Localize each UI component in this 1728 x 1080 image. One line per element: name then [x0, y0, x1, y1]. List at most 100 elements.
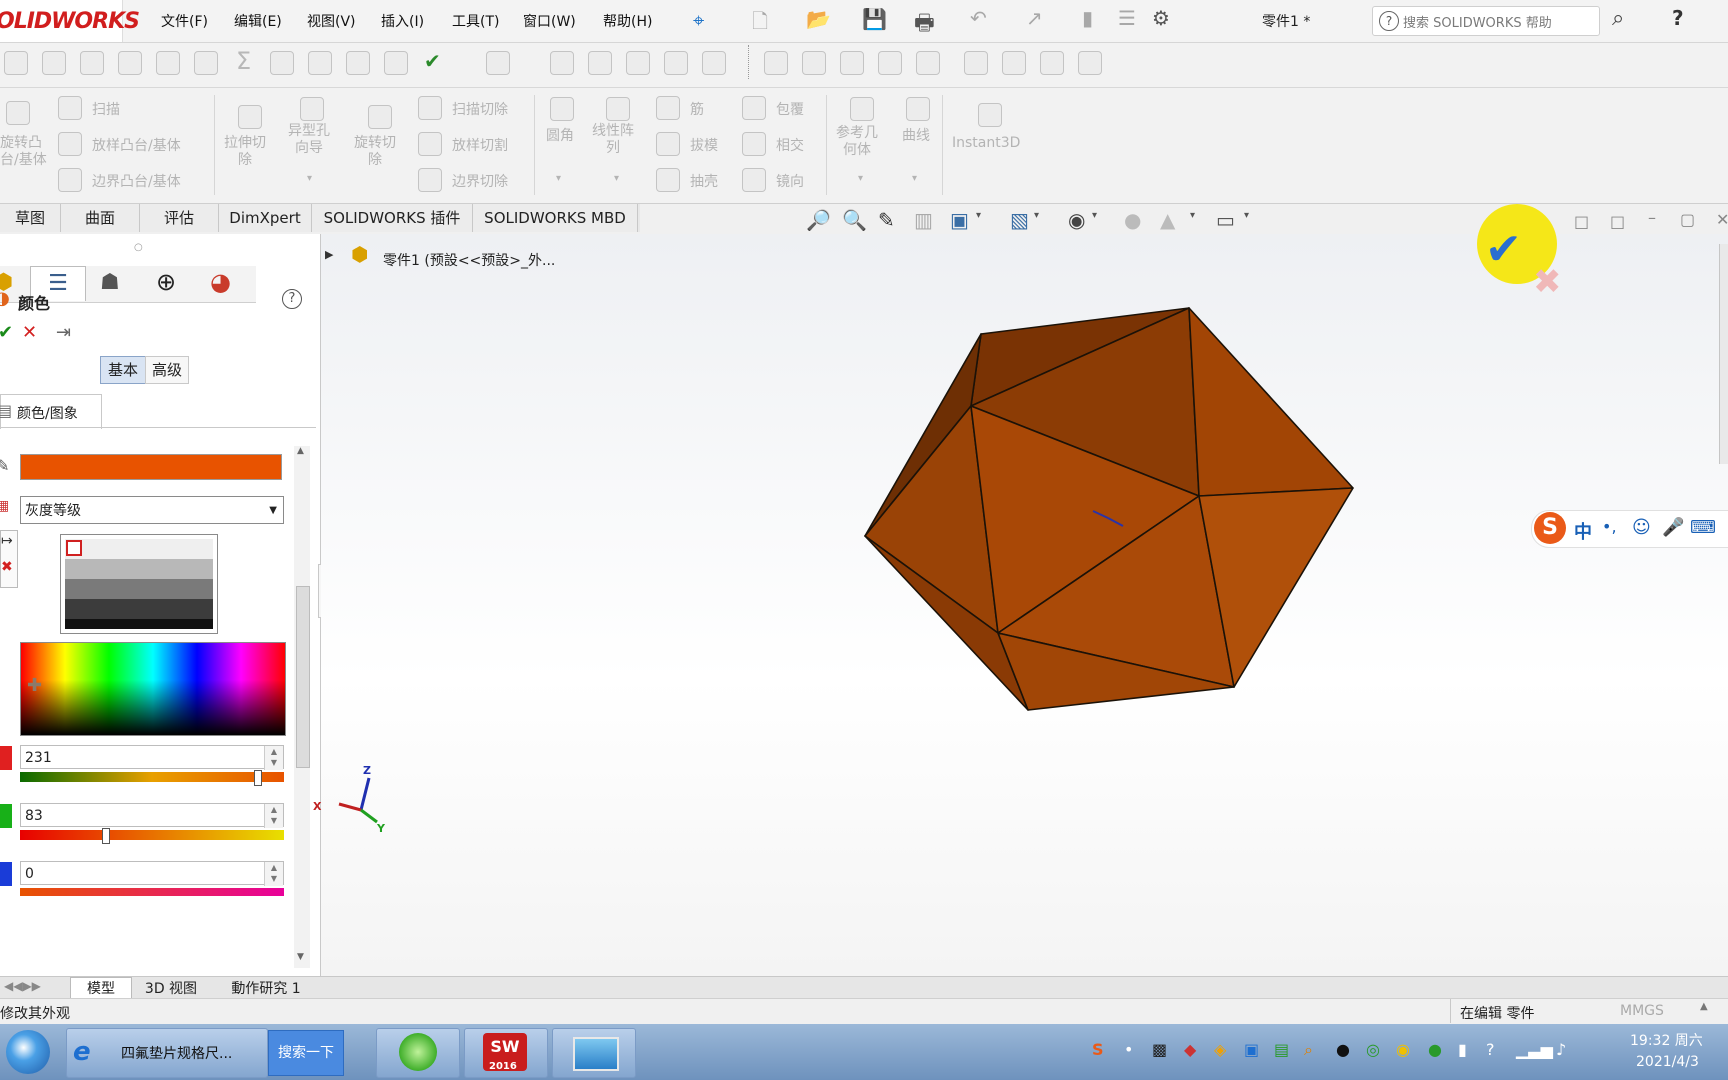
help-button[interactable]: ?	[1672, 6, 1684, 30]
basic-toggle[interactable]: 基本	[100, 356, 146, 384]
tab-3d-views[interactable]: 3D 视图	[136, 978, 206, 998]
tray-browser-icon[interactable]: ◎	[1366, 1040, 1380, 1059]
rib-button[interactable]: 筋	[690, 99, 704, 119]
property-help-button[interactable]: ?	[282, 289, 302, 309]
hole-wizard-button[interactable]: 异型孔 向导	[288, 123, 330, 157]
chevron-down-icon[interactable]: ▾	[912, 173, 917, 184]
green-spinner[interactable]: ▲ ▼	[264, 804, 283, 828]
menu-help[interactable]: 帮助(H)	[603, 11, 652, 31]
hide-show-items-icon[interactable]: ◉	[1068, 208, 1085, 232]
tray-network-app-icon[interactable]: ▤	[1274, 1040, 1289, 1059]
red-slider[interactable]	[20, 770, 284, 786]
tray-tool-icon[interactable]: ▣	[1244, 1040, 1259, 1059]
tray-help-icon[interactable]: ?	[1486, 1040, 1495, 1059]
edit-appearance-icon[interactable]: ●	[1124, 208, 1141, 232]
chevron-down-icon[interactable]: ▾	[1092, 210, 1097, 221]
advanced-toggle[interactable]: 高级	[145, 356, 189, 384]
cancel-x-icon[interactable]: ✕	[22, 322, 37, 343]
section-header[interactable]: ▤ 颜色/图象	[0, 394, 102, 429]
ime-voice-icon[interactable]: 🎤	[1662, 517, 1684, 538]
toolbar-icon[interactable]	[486, 51, 510, 75]
configuration-manager-icon[interactable]: ☗	[100, 270, 120, 295]
chevron-down-icon[interactable]: ▾	[858, 173, 863, 184]
chevron-down-icon[interactable]: ▾	[556, 173, 561, 184]
current-color-swatch[interactable]	[20, 454, 282, 480]
restore-panel-icon[interactable]: □	[1574, 212, 1589, 231]
green-slider-thumb[interactable]	[102, 828, 110, 844]
taskbar-browser-button[interactable]	[376, 1028, 460, 1078]
toolbar-icon[interactable]	[346, 51, 370, 75]
menu-insert[interactable]: 插入(I)	[381, 11, 424, 31]
chevron-down-icon[interactable]: ▾	[1034, 210, 1039, 221]
tab-evaluate[interactable]: 评估	[140, 204, 219, 232]
wrap-button[interactable]: 包覆	[776, 99, 804, 119]
toolbar-icon[interactable]	[194, 51, 218, 75]
graphics-area[interactable]: ▶ ⬢ 零件1 (预設<<预設>_外... ✔ ✖ S 中 •, ☺ 🎤 ⌨ Z…	[313, 204, 1728, 976]
tab-solidworks-addins[interactable]: SOLIDWORKS 插件	[312, 204, 473, 232]
file-properties-icon[interactable]: ☰	[1118, 6, 1136, 30]
curves-button[interactable]: 曲线	[902, 125, 930, 145]
taskbar-solidworks-button[interactable]: SW 2016	[464, 1028, 548, 1078]
ime-keyboard-icon[interactable]: ⌨	[1690, 517, 1716, 538]
red-value-field[interactable]: 231 ▲ ▼	[20, 745, 284, 770]
section-view-icon[interactable]: ▥	[914, 208, 933, 232]
taskbar-date[interactable]: 2021/4/3	[1636, 1054, 1699, 1070]
previous-view-icon[interactable]: ✎	[878, 208, 895, 232]
chevron-down-icon[interactable]: ▾	[1190, 210, 1195, 221]
tab-sketch[interactable]: 草图	[0, 204, 61, 232]
green-slider[interactable]	[20, 828, 284, 844]
ime-punct[interactable]: •,	[1602, 517, 1617, 536]
taskbar-photo-button[interactable]	[552, 1028, 636, 1078]
tray-shield-icon[interactable]: ◉	[1396, 1040, 1410, 1059]
toolbar-icon[interactable]	[840, 51, 864, 75]
zoom-to-fit-icon[interactable]: 🔎	[806, 208, 831, 232]
status-units[interactable]: MMGS	[1620, 1003, 1664, 1019]
tray-qq-icon[interactable]: ●	[1336, 1040, 1350, 1059]
scroll-up-icon[interactable]: ▲	[297, 446, 304, 456]
scroll-down-icon[interactable]: ▼	[297, 952, 304, 962]
toolbar-icon[interactable]	[1040, 51, 1064, 75]
tray-wechat-icon[interactable]: ●	[1428, 1040, 1442, 1059]
view-settings-icon[interactable]: ▭	[1216, 208, 1235, 232]
color-mode-select[interactable]: 灰度等级 ▼	[20, 496, 284, 524]
open-file-icon[interactable]: 📂	[806, 7, 831, 31]
undo-icon[interactable]: ↶	[970, 6, 987, 30]
blue-spinner[interactable]: ▲ ▼	[264, 862, 283, 886]
tray-punct-icon[interactable]: •	[1124, 1040, 1133, 1059]
options-gear-icon[interactable]: ⚙	[1152, 6, 1170, 30]
blue-value-field[interactable]: 0 ▲ ▼	[20, 861, 284, 886]
tray-app-icon[interactable]: ◆	[1184, 1040, 1196, 1059]
toolbar-icon[interactable]	[4, 51, 28, 75]
toolbar-icon[interactable]	[702, 51, 726, 75]
chevron-up-icon[interactable]: ▲	[1700, 1001, 1708, 1012]
blue-slider[interactable]	[20, 888, 284, 896]
shell-button[interactable]: 抽壳	[690, 171, 718, 191]
menu-window[interactable]: 窗口(W)	[523, 11, 576, 31]
toolbar-icon[interactable]	[118, 51, 142, 75]
scroll-thumb[interactable]	[296, 586, 310, 768]
pushpin-icon[interactable]: ⇥	[56, 322, 71, 343]
tile-panel-icon[interactable]: □	[1610, 212, 1625, 231]
save-icon[interactable]: 💾	[862, 7, 887, 31]
ok-check-icon[interactable]: ✔	[0, 322, 13, 343]
minimize-window-icon[interactable]: –	[1648, 208, 1656, 227]
model-face[interactable]	[1188, 307, 1354, 497]
tab-dimxpert[interactable]: DimXpert	[219, 204, 312, 232]
draft-button[interactable]: 拔模	[690, 135, 718, 155]
taskbar-ie-window[interactable]: e 四氟垫片规格尺...	[66, 1028, 268, 1078]
boundary-button[interactable]: 边界凸台/基体	[92, 171, 181, 191]
solidworks-logo[interactable]: OLIDWORKS	[0, 0, 140, 42]
taskbar-time[interactable]: 19:32 周六	[1630, 1030, 1703, 1050]
chevron-down-icon[interactable]: ▾	[976, 210, 981, 221]
search-icon[interactable]: ⌕	[1612, 6, 1624, 31]
instant3d-button[interactable]: Instant3D	[952, 135, 1020, 151]
print-icon[interactable]: 🖶	[914, 6, 935, 44]
tray-signal-icon[interactable]: ▁▃▅	[1516, 1040, 1553, 1059]
sum-icon[interactable]: Σ	[236, 47, 251, 75]
toolbar-icon[interactable]	[1002, 51, 1026, 75]
toolbar-icon[interactable]	[664, 51, 688, 75]
menu-tools[interactable]: 工具(T)	[452, 11, 499, 31]
tab-solidworks-mbd[interactable]: SOLIDWORKS MBD	[473, 204, 638, 232]
toolbar-icon[interactable]	[764, 51, 788, 75]
tray-film-icon[interactable]: ▩	[1152, 1040, 1167, 1059]
